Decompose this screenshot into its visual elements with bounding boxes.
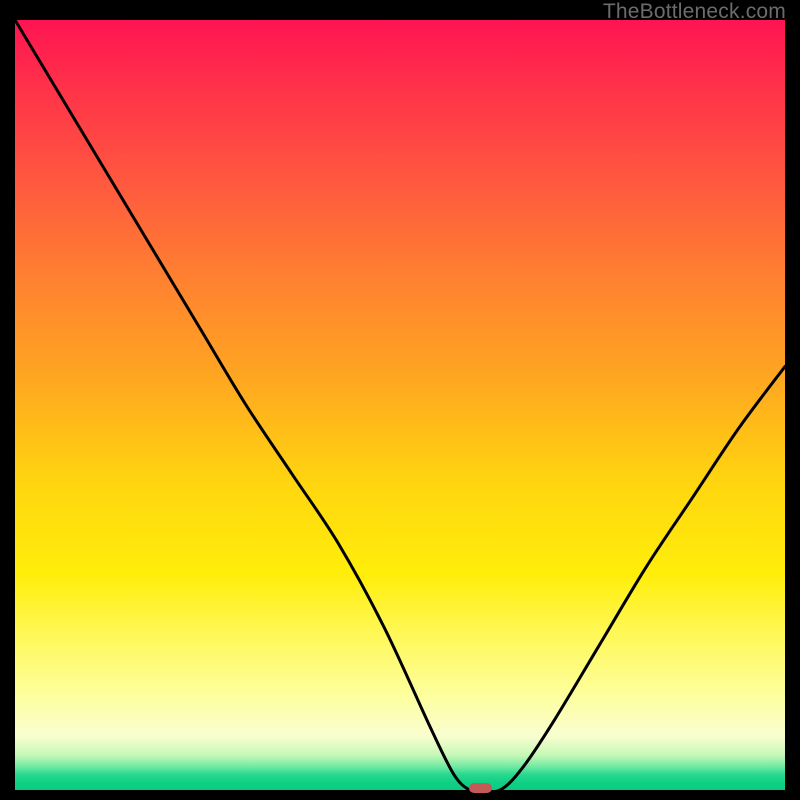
bottleneck-curve-path: [15, 20, 785, 790]
chart-frame: [15, 20, 785, 790]
bottleneck-curve: [15, 20, 785, 790]
optimal-point-marker: [469, 783, 492, 794]
